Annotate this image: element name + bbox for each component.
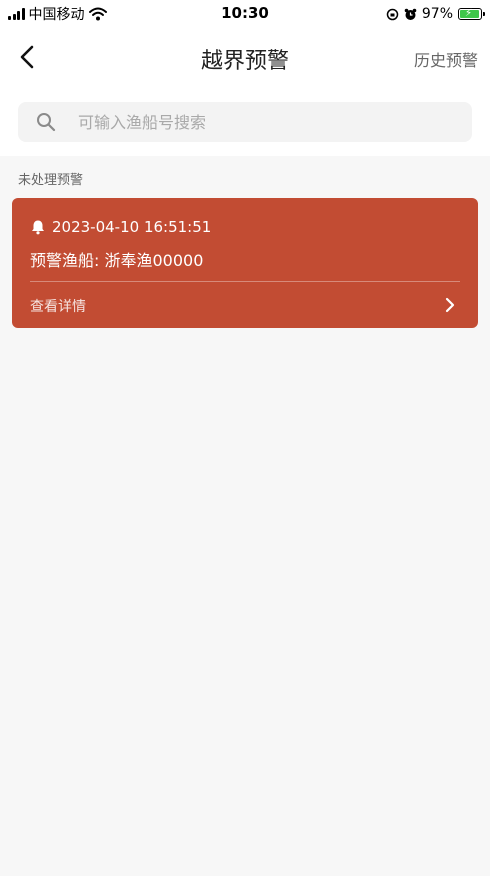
alert-card: 2023-04-10 16:51:51 预警渔船: 浙奉渔00000 查看详情: [12, 198, 478, 328]
status-bar: 中国移动 10:30 97% ⚡: [0, 0, 490, 28]
bell-icon: [32, 220, 44, 235]
alarm-icon: [404, 8, 417, 20]
section-label-unhandled: 未处理预警: [18, 173, 84, 188]
search-input[interactable]: [76, 111, 440, 133]
battery-charging-icon: ⚡: [458, 8, 485, 20]
rotation-lock-icon: [386, 8, 399, 20]
view-details-label: 查看详情: [30, 299, 86, 315]
history-alerts-link[interactable]: 历史预警: [414, 47, 478, 71]
search-box[interactable]: [18, 102, 472, 142]
nav-bar: 越界预警 历史预警: [0, 28, 490, 88]
search-icon: [37, 113, 56, 132]
search-area: [0, 88, 490, 156]
chevron-right-icon: [445, 297, 455, 313]
alert-time: 2023-04-10 16:51:51: [52, 218, 212, 236]
battery-percent: 97%: [421, 6, 453, 22]
alert-vessel: 预警渔船: 浙奉渔00000: [30, 251, 204, 270]
status-right: 97% ⚡: [386, 4, 485, 24]
view-details-link[interactable]: 查看详情: [12, 282, 478, 328]
